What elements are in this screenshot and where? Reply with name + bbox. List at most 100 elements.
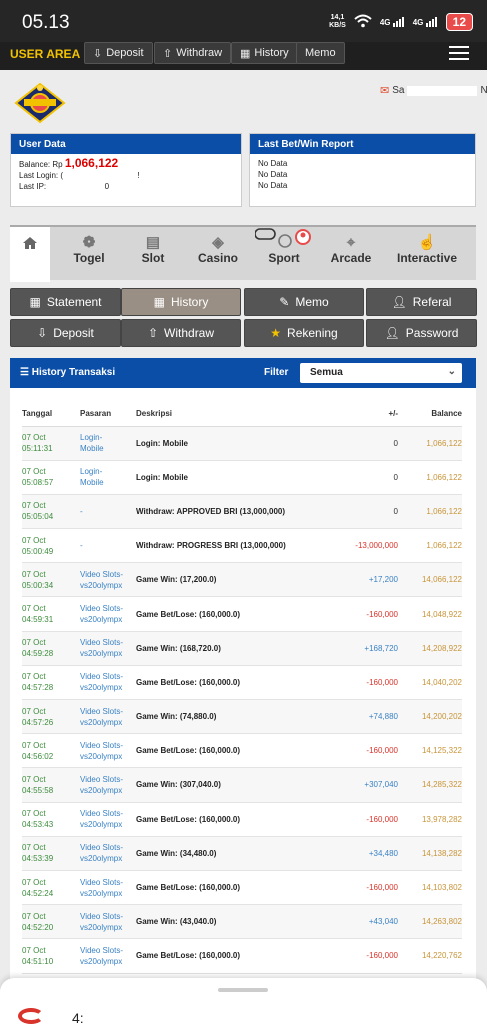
- app-logo-icon: [18, 1008, 44, 1024]
- tab-sport[interactable]: Sport: [254, 227, 314, 280]
- table-row: 07 Oct 05:05:04- Withdraw: APPROVED BRI (1…: [22, 494, 462, 530]
- history-button[interactable]: ▦ History: [121, 288, 241, 316]
- rekening-button[interactable]: ★ Rekening: [244, 319, 364, 347]
- row-date: 07 Oct 05:00:49: [22, 528, 80, 564]
- row-pasaran: Video Slots-vs20olympx: [80, 870, 136, 906]
- row-pasaran: Video Slots-vs20olympx: [80, 836, 136, 871]
- deposit-button[interactable]: ⇩ Deposit: [10, 319, 121, 347]
- deposit-icon: ⇩: [93, 47, 103, 60]
- row-amount: -160,000: [336, 870, 406, 906]
- bottom-sheet[interactable]: 4:: [0, 978, 487, 1024]
- tab-home[interactable]: [10, 227, 50, 282]
- col-amount: +/-: [336, 402, 406, 427]
- withdraw-icon: ⇧: [163, 47, 173, 60]
- row-description: Game Bet/Lose: (160,000.0): [136, 733, 336, 769]
- masked-username: [407, 85, 478, 96]
- sheet-text: 4:: [72, 1010, 84, 1024]
- history-header: ☰ History Transaksi Filter Semua ⌄: [10, 358, 476, 388]
- tab-interactive[interactable]: ☝ Interactive: [390, 227, 464, 280]
- tab-slot[interactable]: ▤ Slot: [126, 227, 180, 280]
- tab-casino[interactable]: ◈ Casino: [190, 227, 246, 280]
- tab-togel[interactable]: ❁ Togel: [62, 227, 116, 280]
- row-pasaran: Video Slots-vs20olympx: [80, 767, 136, 803]
- row-date: 07 Oct 05:00:34: [22, 562, 80, 598]
- tab-arcade[interactable]: ⌖ Arcade: [326, 227, 376, 280]
- pointer-icon: ☝: [417, 234, 437, 251]
- row-amount: 0: [336, 426, 406, 461]
- calendar-icon: ▦: [153, 295, 165, 309]
- togel-icon: ❁: [82, 234, 96, 251]
- row-balance: 14,103,802: [406, 870, 462, 906]
- row-balance: 14,138,282: [406, 836, 462, 871]
- mail-icon[interactable]: ✉: [380, 84, 389, 97]
- row-description: Withdraw: APPROVED BRI (13,000,000): [136, 494, 336, 530]
- site-logo[interactable]: [14, 82, 66, 124]
- row-description: Game Bet/Lose: (160,000.0): [136, 802, 336, 837]
- casino-icon: ◈: [212, 234, 224, 251]
- table-row: 07 Oct 04:52:24 Video Slots-vs20olympx Game…: [22, 870, 462, 906]
- topnav-history-button[interactable]: ▦ History: [231, 42, 298, 64]
- slot-icon: ▤: [145, 234, 161, 251]
- topnav-deposit-button[interactable]: ⇩ Deposit: [84, 42, 153, 64]
- table-row: 07 Oct 05:00:49- Withdraw: PROGRESS BRI (1…: [22, 528, 462, 564]
- row-description: Login: Mobile: [136, 426, 336, 461]
- row-description: Withdraw: PROGRESS BRI (13,000,000): [136, 528, 336, 564]
- row-pasaran: Video Slots-vs20olympx: [80, 596, 136, 632]
- col-pasaran: Pasaran: [80, 402, 136, 427]
- row-date: 07 Oct 04:59:31: [22, 596, 80, 632]
- menu-icon[interactable]: [449, 46, 469, 62]
- row-date: 07 Oct 04:55:58: [22, 767, 80, 803]
- filter-select[interactable]: Semua ⌄: [300, 363, 462, 383]
- row-date: 07 Oct 04:53:39: [22, 836, 80, 871]
- sheet-handle[interactable]: [218, 988, 268, 992]
- row-amount: -160,000: [336, 802, 406, 837]
- row-balance: 1,066,122: [406, 426, 462, 461]
- row-pasaran: Video Slots-vs20olympx: [80, 631, 136, 666]
- row-date: 07 Oct 05:11:31: [22, 426, 80, 461]
- last-login-row: Last Login: ( !: [19, 171, 140, 180]
- statement-button[interactable]: ▦ Statement: [10, 288, 121, 316]
- history-panel: ☰ History Transaksi Filter Semua ⌄ Tangg…: [10, 358, 476, 978]
- referal-button[interactable]: 👤︎ Referal: [366, 288, 477, 316]
- topnav-withdraw-button[interactable]: ⇧ Withdraw: [154, 42, 232, 64]
- row-amount: -160,000: [336, 665, 406, 701]
- withdraw-button[interactable]: ⇧ Withdraw: [121, 319, 241, 347]
- topnav-memo-button[interactable]: Memo: [296, 42, 345, 64]
- row-pasaran: Video Slots-vs20olympx: [80, 733, 136, 769]
- row-pasaran: Video Slots-vs20olympx: [80, 904, 136, 940]
- col-deskripsi: Deskripsi: [136, 402, 336, 427]
- bank-card-icon: ★: [270, 326, 282, 340]
- row-date: 07 Oct 05:08:57: [22, 460, 80, 495]
- row-date: 07 Oct 04:52:20: [22, 904, 80, 940]
- last-bet-panel: Last Bet/Win Report No Data No Data No D…: [249, 133, 476, 207]
- filter-label: Filter: [264, 367, 289, 378]
- last-bet-title: Last Bet/Win Report: [250, 134, 475, 154]
- row-pasaran: Login- Mobile: [80, 460, 136, 495]
- password-button[interactable]: 👤︎ Password: [366, 319, 477, 347]
- memo-button[interactable]: ✎ Memo: [244, 288, 364, 316]
- row-balance: 14,220,762: [406, 938, 462, 974]
- last-ip-row: Last IP: 0: [19, 182, 110, 191]
- user-icon: 👤︎: [384, 326, 400, 340]
- row-description: Game Win: (168,720.0): [136, 631, 336, 666]
- row-pasaran: Video Slots-vs20olympx: [80, 562, 136, 598]
- row-date: 07 Oct 04:52:24: [22, 870, 80, 906]
- status-icons: 14,1 KB/S 4G 4G 12: [329, 13, 473, 31]
- row-amount: +34,480: [336, 836, 406, 871]
- header-username[interactable]: ✉ Sa N: [380, 84, 487, 97]
- user-area-title: USER AREA: [10, 47, 81, 61]
- category-tabs: ❁ Togel ▤ Slot ◈ Casino Sport ⌖ Arcade ☝…: [10, 225, 476, 282]
- row-amount: +168,720: [336, 631, 406, 666]
- row-balance: 14,285,322: [406, 767, 462, 803]
- withdraw-icon: ⇧: [147, 326, 159, 340]
- row-amount: 0: [336, 460, 406, 495]
- row-pasaran: -: [80, 528, 136, 564]
- row-description: Game Win: (74,880.0): [136, 699, 336, 735]
- row-pasaran: Video Slots-vs20olympx: [80, 665, 136, 701]
- balance-value: 1,066,122: [64, 156, 119, 170]
- history-table: Tanggal Pasaran Deskripsi +/- Balance 07…: [22, 402, 462, 974]
- row-amount: 0: [336, 494, 406, 530]
- row-amount: +17,200: [336, 562, 406, 598]
- chevron-down-icon: ⌄: [447, 366, 456, 377]
- row-balance: 14,040,202: [406, 665, 462, 701]
